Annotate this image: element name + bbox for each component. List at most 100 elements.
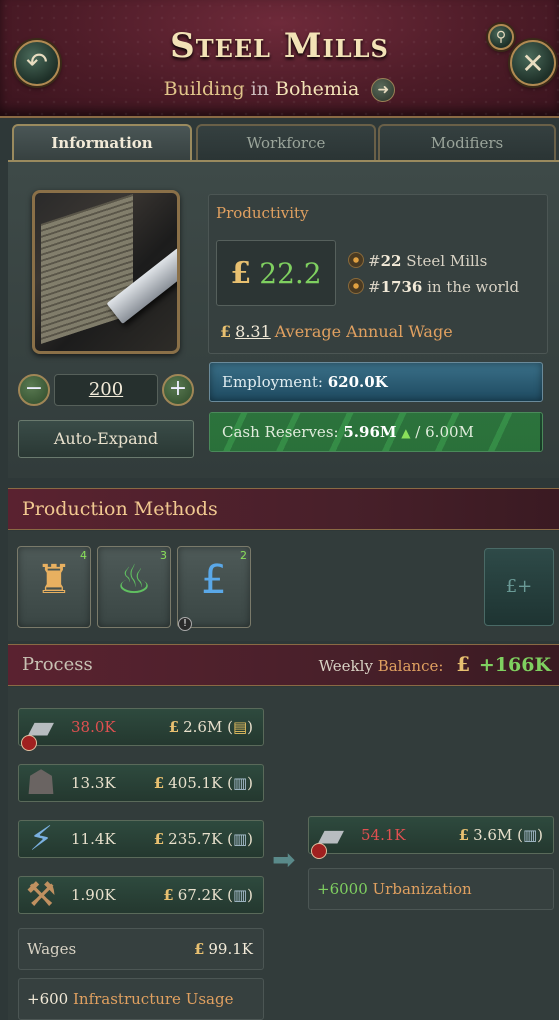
urbanization-box: +6000 Urbanization [308, 868, 554, 910]
rank-building[interactable]: #22 Steel Mills [348, 252, 487, 270]
paren: ) [247, 718, 253, 736]
input-electricity[interactable]: ⚡ 11.4K £235.7K (▥) [18, 819, 264, 859]
rank-hash: # [368, 278, 381, 296]
pm-slot-furnace[interactable]: ♜ 4 [17, 546, 91, 628]
rank-icon [348, 278, 364, 294]
weekly-label: Weekly [318, 657, 373, 675]
pound-icon: £ [153, 830, 165, 848]
employment-label: Employment: [222, 373, 323, 391]
auto-expand-button[interactable]: Auto-Expand [18, 420, 194, 458]
location-link[interactable]: Bohemia [275, 78, 359, 100]
rank-hash: # [368, 252, 381, 270]
blast-furnace-icon: ♜ [36, 557, 72, 603]
tab-information[interactable]: Information [12, 124, 192, 162]
cash-separator: / [415, 423, 421, 441]
minus-icon: − [24, 376, 44, 401]
subtitle-type: Building [163, 78, 245, 100]
output-qty: 54.1K [361, 826, 406, 844]
output-value: £3.6M (▥) [459, 817, 543, 853]
building-level-field[interactable]: 200 [54, 374, 158, 406]
input-tools[interactable]: ⚒ 1.90K £67.2K (▥) [18, 875, 264, 915]
infrastructure-box: +600 Infrastructure Usage [18, 978, 264, 1020]
rank-world-num: 1736 [380, 278, 423, 296]
price-indicator-icon: ▥ [232, 774, 248, 792]
fire-gauge-icon: ♨ [116, 557, 152, 603]
rank-building-num: 22 [380, 252, 402, 270]
paren: ) [247, 886, 253, 904]
input-cost: £67.2K (▥) [163, 877, 253, 913]
input-cost: £405.1K (▥) [154, 765, 253, 801]
input-coal[interactable]: ☗ 13.3K £405.1K (▥) [18, 763, 264, 803]
infrastructure-value: +600 [27, 990, 69, 1008]
cash-label: Cash Reserves: [222, 423, 339, 441]
production-methods-title: Production Methods [22, 498, 218, 520]
plus-icon: + [168, 376, 188, 401]
infrastructure-label: Infrastructure Usage [72, 990, 234, 1008]
pound-icon: £ [230, 255, 252, 291]
pm-option-count: 2 [240, 549, 247, 562]
weekly-balance: Weekly Balance: £ +166K [319, 652, 551, 676]
urbanization-label: Urbanization [372, 880, 472, 898]
input-cost: £2.6M (▤) [169, 709, 253, 745]
cost-value: 405.1K [168, 774, 223, 792]
input-qty: 13.3K [71, 774, 116, 792]
tab-workforce[interactable]: Workforce [196, 124, 376, 162]
add-pm-button[interactable]: £+ [484, 548, 554, 626]
cost-value: 2.6M [183, 718, 223, 736]
paren: ) [537, 826, 543, 844]
output-steel[interactable]: ▰ 54.1K £3.6M (▥) [308, 815, 554, 859]
pm-slot-fuel[interactable]: ♨ 3 [97, 546, 171, 628]
shortage-badge-icon [311, 843, 327, 859]
goto-location-button[interactable]: ➜ [371, 78, 396, 102]
productivity-value: £ 22.2 [216, 240, 336, 306]
input-qty: 38.0K [71, 718, 116, 736]
pound-icon: £ [193, 940, 205, 958]
cash-reserves-bar[interactable]: Cash Reserves: 5.96M ▲ / 6.00M [209, 412, 543, 452]
average-wage: £8.31 Average Annual Wage [220, 322, 453, 341]
price-indicator-icon: ▥ [232, 886, 248, 904]
coal-icon: ☗ [25, 763, 57, 803]
urbanization-value: +6000 [317, 880, 368, 898]
wages-box: Wages £99.1K [18, 928, 264, 970]
pm-option-count: 3 [160, 549, 167, 562]
increase-level-button[interactable]: + [162, 374, 194, 406]
pound-icon: £ [456, 652, 471, 676]
tools-icon: ⚒ [25, 875, 57, 915]
pm-slot-ownership[interactable]: £ 2 ! [177, 546, 251, 631]
cost-value: 235.7K [168, 830, 223, 848]
balance-value: +166K [478, 654, 551, 676]
pound-icon: £ [220, 322, 232, 341]
pound-icon: £ [458, 826, 470, 844]
input-iron[interactable]: ▰ 38.0K £2.6M (▤) [18, 707, 264, 751]
paren: ) [247, 774, 253, 792]
decrease-level-button[interactable]: − [18, 374, 50, 406]
cash-max: 6.00M [425, 423, 474, 441]
price-indicator-icon: ▥ [232, 830, 248, 848]
rank-world[interactable]: #1736 in the world [348, 278, 519, 296]
electricity-icon: ⚡ [29, 819, 53, 859]
cash-value: 5.96M [343, 423, 397, 441]
warning-icon: ! [178, 617, 192, 631]
pm-option-count: 4 [80, 549, 87, 562]
rank-icon [348, 252, 364, 268]
price-indicator-icon: ▥ [522, 826, 538, 844]
rank-building-label: Steel Mills [406, 252, 488, 270]
input-cost: £235.7K (▥) [154, 821, 253, 857]
rank-world-label: in the world [427, 278, 520, 296]
wages-value: 99.1K [208, 940, 253, 958]
process-arrow-icon: ➡ [272, 843, 296, 876]
input-qty: 11.4K [71, 830, 116, 848]
price-indicator-icon: ▤ [232, 718, 248, 736]
employment-bar[interactable]: Employment: 620.0K [209, 362, 543, 402]
balance-label: Balance: [377, 657, 444, 675]
tab-modifiers[interactable]: Modifiers [378, 124, 556, 162]
pound-icon: £ [153, 774, 165, 792]
employment-value: 620.0K [327, 373, 388, 391]
input-qty: 1.90K [71, 886, 116, 904]
wage-value[interactable]: 8.31 [235, 322, 271, 341]
shortage-badge-icon [21, 735, 37, 751]
cost-value: 67.2K [177, 886, 223, 904]
paren: ) [247, 830, 253, 848]
productivity-number: 22.2 [259, 256, 322, 290]
pound-hand-icon: £ [201, 557, 227, 603]
